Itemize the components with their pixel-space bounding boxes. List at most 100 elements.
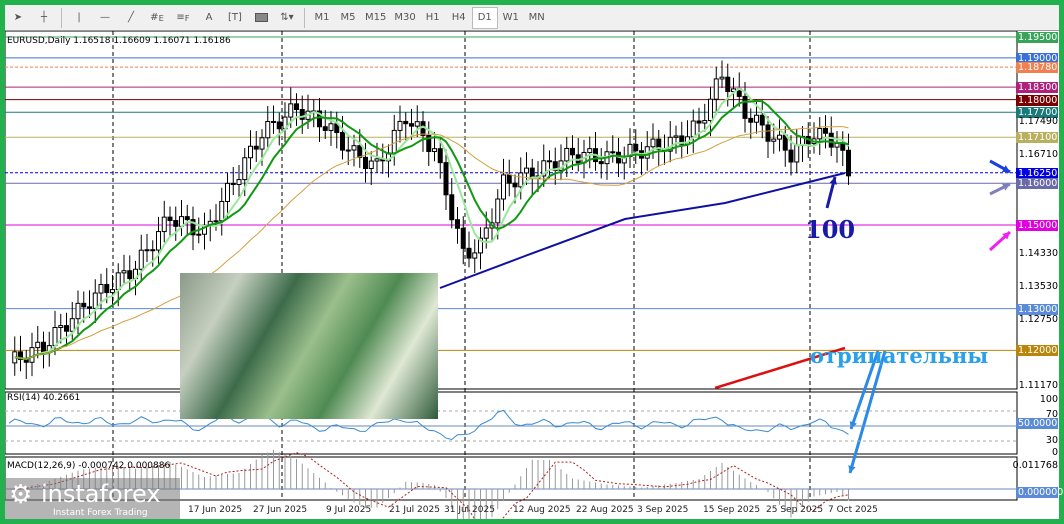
candle-body [357,145,363,158]
price-axis-label: 1.14330 [1018,248,1058,259]
banknotes-image [180,273,438,419]
candle-body [196,233,202,236]
candle-body [368,160,374,170]
timeframe-H4[interactable]: H4 [446,7,472,29]
candle-body [75,302,81,320]
price-tag: 1.13000 [1016,303,1058,315]
text-icon[interactable]: A [196,7,222,29]
candle-body [846,149,851,177]
candle-body [69,318,75,332]
candle-body [127,270,133,280]
candle-body [771,138,777,142]
main-panel-border [5,31,1018,390]
fibo-e-label: E [158,12,164,23]
candle-body [788,149,794,163]
candle-body [598,161,604,165]
candle-body [777,134,782,140]
crosshair-icon[interactable]: ┼ [31,7,57,29]
candle-body [794,144,800,163]
fibo-fan-icon[interactable]: # E [144,7,170,29]
candle-body [276,121,282,130]
candle-body [156,231,161,251]
timeframe-MN[interactable]: MN [524,7,550,29]
price-tag: 1.18300 [1016,82,1058,94]
cursor-icon[interactable]: ➤ [5,7,31,29]
candle-body [219,200,225,222]
price-axis-label: 1.13530 [1018,281,1058,293]
price-axis-label: 1.11170 [1018,380,1058,392]
candle-body [236,179,242,186]
candle-body [564,147,570,162]
chart-window[interactable]: EURUSD,Daily 1.16518 1.16609 1.16071 1.1… [5,31,1063,519]
date-label: 3 Sep 2025 [637,505,689,515]
rectangle-icon[interactable] [248,7,274,29]
timeframe-M30[interactable]: M30 [390,7,419,29]
candle-body [495,198,501,224]
price-tag: 1.19500 [1016,32,1058,43]
candle-body [570,147,575,156]
candle-body [840,142,846,151]
date-label: 15 Sep 2025 [703,505,761,515]
timeframe-bar: M1 M5 M15 M30 H1 H4 D1 W1 MN [309,6,550,29]
candle-body [748,117,754,123]
price-axis-label: 1.17490 [1018,115,1058,127]
candle-body [524,167,529,174]
text-label-icon[interactable]: [T] [222,7,248,29]
date-label: 17 Jun 2025 [188,505,243,515]
candle-body [167,216,173,221]
candle-body [403,120,409,125]
candle-body [455,219,460,229]
timeframe-M5[interactable]: M5 [335,7,361,29]
gear-icon: ⚙ [9,480,33,510]
candle-body [92,292,98,309]
candle-body [472,252,478,259]
chart-canvas[interactable] [5,31,1059,519]
vertical-line-icon[interactable]: | [66,7,92,29]
candle-body [259,137,265,150]
ma-100-line [439,172,846,289]
candle-body [420,121,426,136]
candle-body [719,76,725,80]
timeframe-H1[interactable]: H1 [420,7,446,29]
price-tag: 1.18000 [1016,94,1058,106]
price-axis-label: 1.16710 [1018,148,1058,160]
candle-body [98,284,104,294]
timeframe-W1[interactable]: W1 [498,7,524,29]
candle-body [409,123,414,127]
candle-body [104,284,110,294]
rsi-axis-label: 0 [1051,447,1058,458]
candle-body [702,120,708,124]
candle-body [213,220,219,223]
rsi-axis-label: 100 [1039,394,1058,405]
candle-body [414,121,420,127]
candle-body [121,270,127,274]
fibo-levels-icon[interactable]: ≡ F [170,7,196,29]
candle-body [184,216,190,221]
candle-body [345,149,351,152]
timeframe-M15[interactable]: M15 [361,7,390,29]
candle-body [225,182,230,202]
trendline-icon[interactable]: ╱ [118,7,144,29]
candle-body [696,120,702,124]
horizontal-line-icon[interactable]: — [92,7,118,29]
candle-body [587,148,593,153]
candle-body [650,138,656,148]
macd-axis-label: 0.011768 [1012,460,1058,471]
candle-body [817,127,823,140]
price-tag: 1.16250 [1016,167,1058,179]
price-tag: 1.15000 [1016,220,1058,231]
timeframe-D1[interactable]: D1 [471,6,498,29]
candle-body [673,135,679,138]
candle-body [173,219,179,227]
arrows-icon[interactable]: ⇅▾ [274,7,300,29]
rsi-label: RSI(14) 40.2661 [7,393,81,403]
candle-body [115,272,121,291]
date-label: 25 Sep 2025 [766,505,824,515]
date-label: 31 Jul 2025 [444,505,495,515]
date-label: 21 Jul 2025 [389,505,440,515]
candle-body [328,123,334,131]
candle-body [713,78,719,100]
candle-body [483,227,489,239]
candle-body [610,151,616,154]
timeframe-M1[interactable]: M1 [309,7,335,29]
